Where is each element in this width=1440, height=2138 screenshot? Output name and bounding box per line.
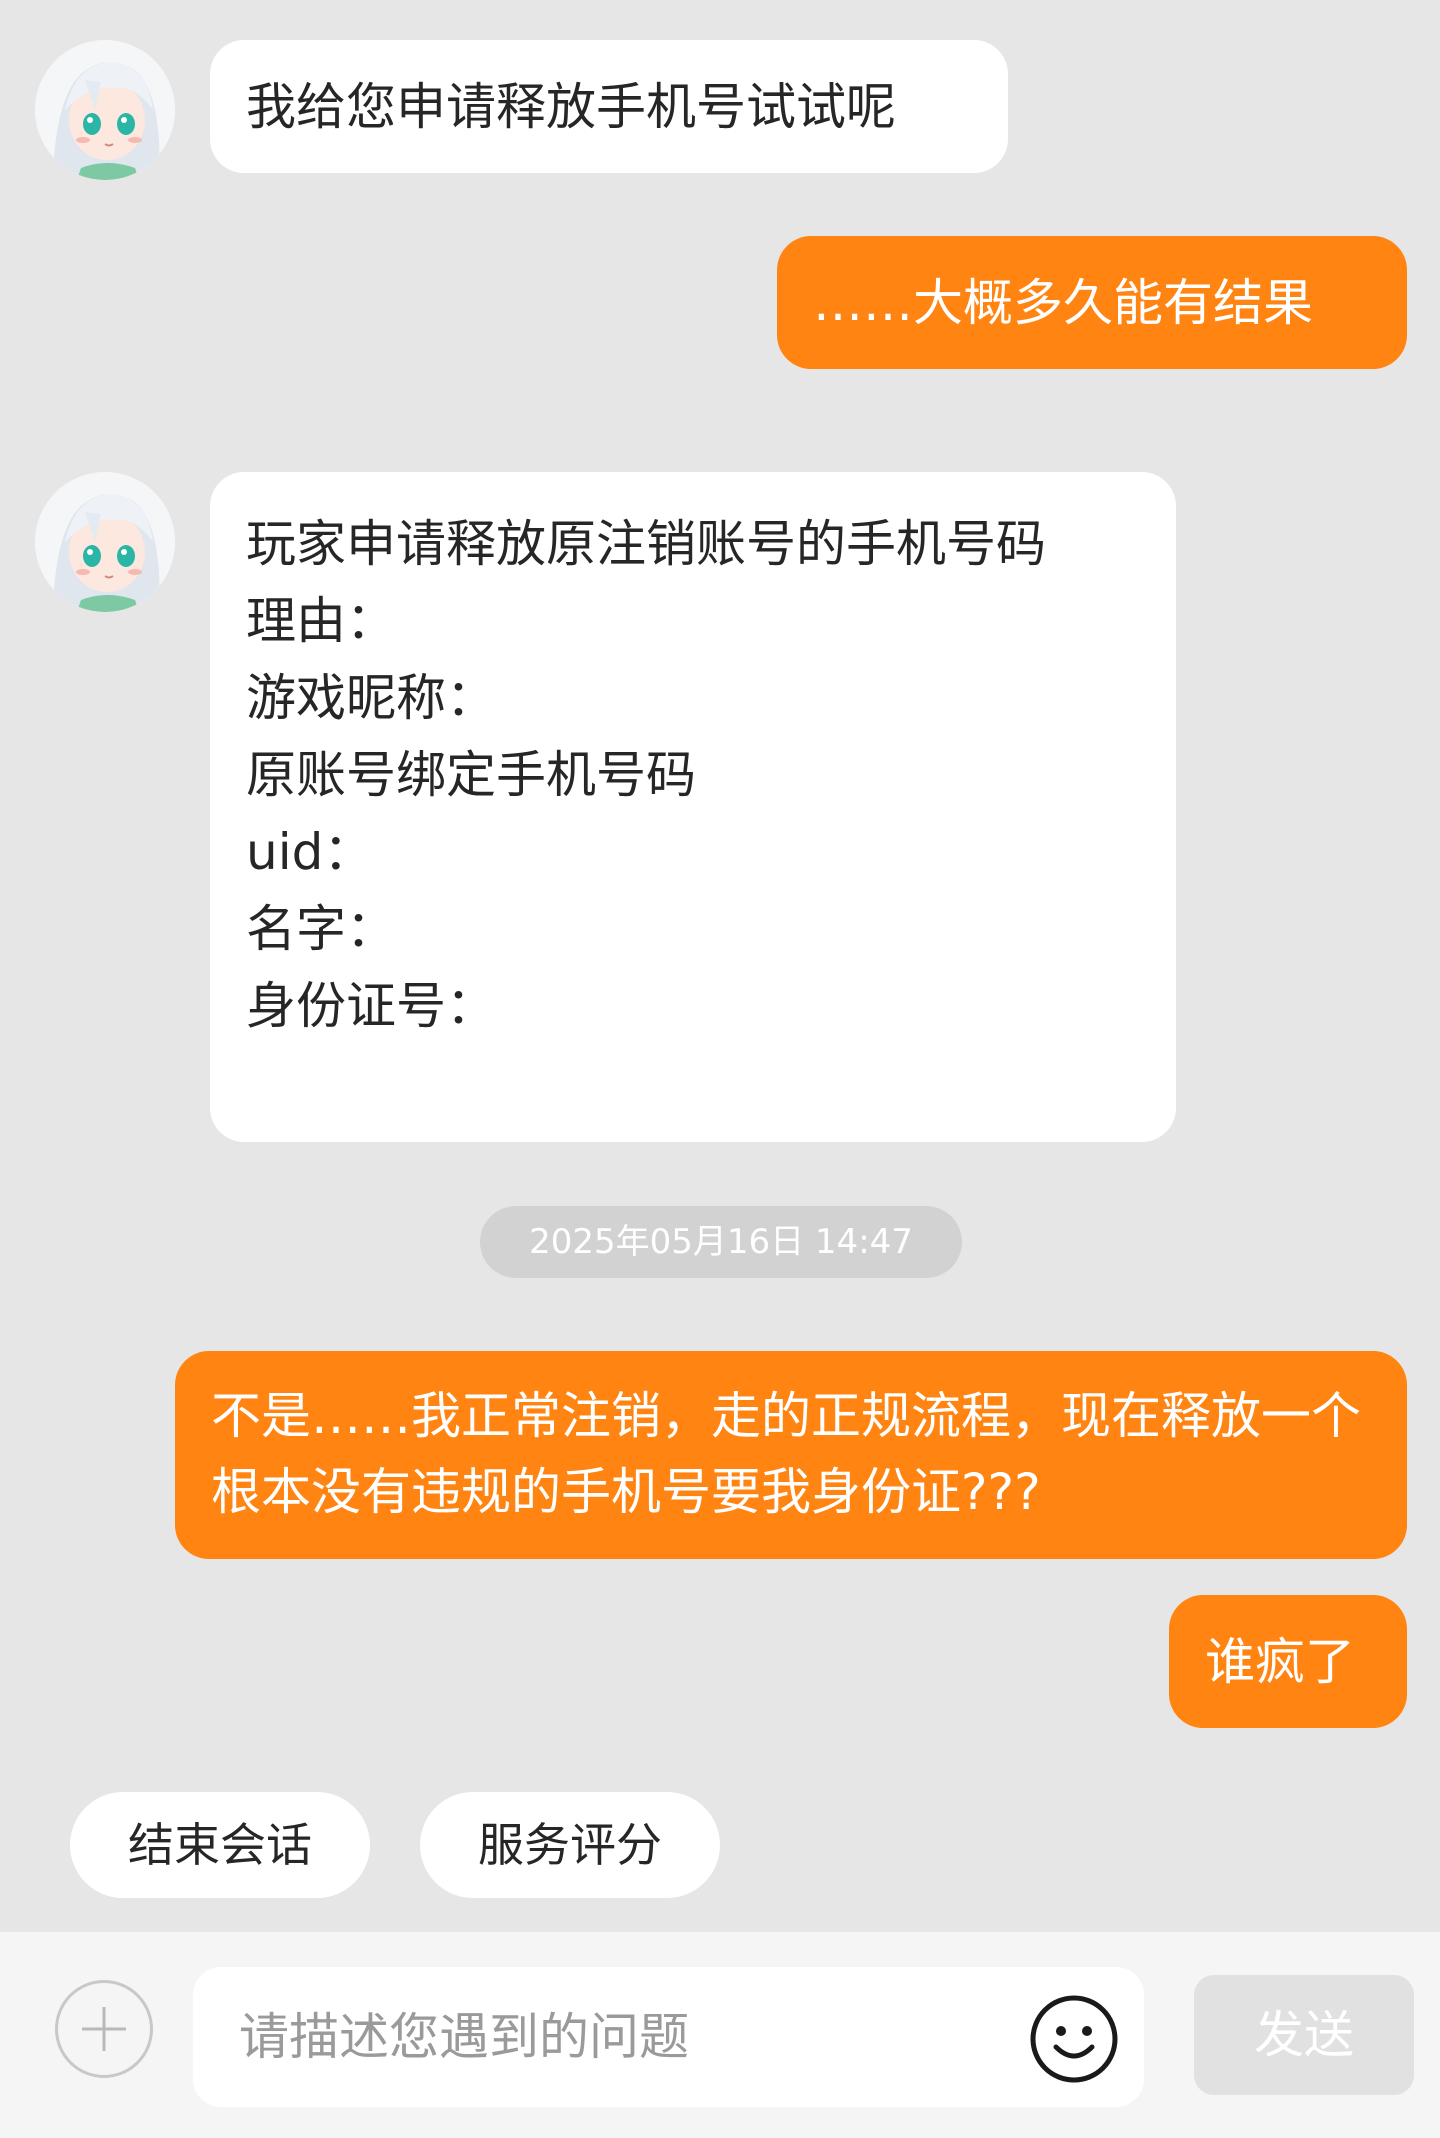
user-message-bubble: 谁疯了 [1169, 1595, 1407, 1728]
send-button[interactable]: 发送 [1194, 1975, 1414, 2095]
anime-avatar-icon [35, 40, 175, 180]
agent-avatar[interactable] [35, 472, 175, 612]
message-input-placeholder: 请描述您遇到的问题 [239, 2008, 689, 2066]
agent-message-bubble: 玩家申请释放原注销账号的手机号码 理由： 游戏昵称： 原账号绑定手机号码 uid… [210, 472, 1176, 1142]
plus-circle-icon [82, 2007, 126, 2051]
user-message-bubble: ……大概多久能有结果 [777, 236, 1407, 369]
emoji-button[interactable] [1028, 1993, 1120, 2085]
user-message-bubble: 不是……我正常注销，走的正规流程，现在释放一个根本没有违规的手机号要我身份证??… [175, 1351, 1407, 1559]
smiley-icon [1030, 1995, 1118, 2083]
message-input[interactable]: 请描述您遇到的问题 [193, 1967, 1144, 2107]
agent-message-bubble: 我给您申请释放手机号试试呢 [210, 40, 1008, 173]
end-session-button[interactable]: 结束会话 [70, 1792, 370, 1898]
composer-bar: 请描述您遇到的问题 发送 [0, 1932, 1440, 2138]
timestamp-pill: 2025年05月16日 14:47 [480, 1206, 962, 1278]
anime-avatar-icon [35, 472, 175, 612]
agent-avatar[interactable] [35, 40, 175, 180]
add-attachment-button[interactable] [55, 1980, 153, 2078]
rate-service-button[interactable]: 服务评分 [420, 1792, 720, 1898]
